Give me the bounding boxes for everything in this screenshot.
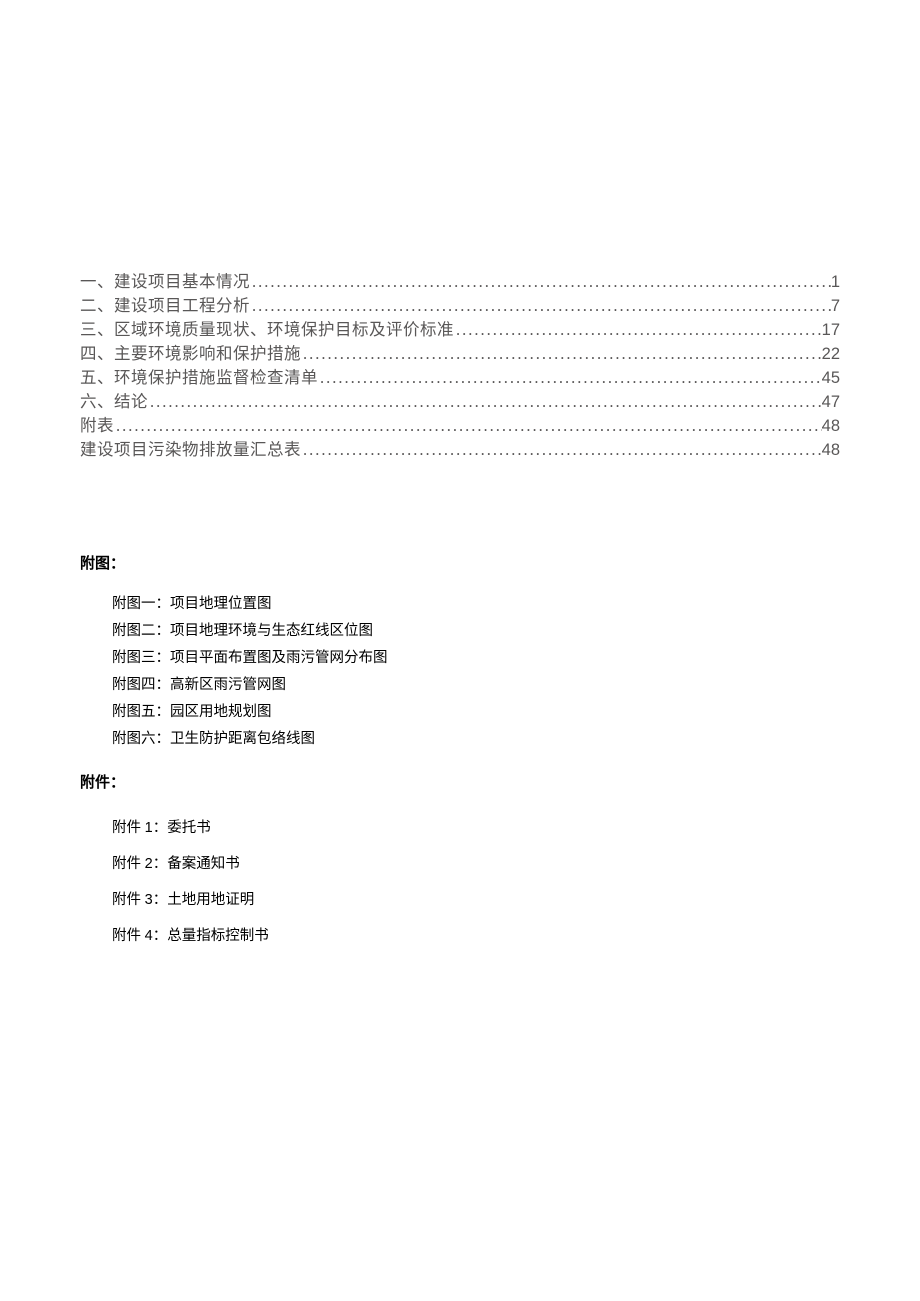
attachment-prefix: 附件 — [112, 928, 145, 944]
toc-leader-dots — [454, 318, 822, 342]
toc-leader-dots — [318, 366, 822, 390]
toc-leader-dots — [301, 342, 822, 366]
toc-label: 附表 — [80, 414, 114, 438]
appendix-figure-item: 附图三：项目平面布置图及雨污管网分布图 — [112, 645, 840, 672]
appendix-figure-item: 附图二：项目地理环境与生态红线区位图 — [112, 618, 840, 645]
attachment-item: 附件 1：委托书 — [112, 810, 840, 846]
attachment-prefix: 附件 — [112, 892, 145, 908]
toc-page-number: 47 — [822, 390, 840, 414]
attachments-heading: 附件： — [80, 771, 840, 792]
toc-label: 建设项目污染物排放量汇总表 — [80, 438, 301, 462]
toc-entry: 六、结论 47 — [80, 390, 840, 414]
toc-label: 三、区域环境质量现状、环境保护目标及评价标准 — [80, 318, 454, 342]
toc-page-number: 48 — [822, 414, 840, 438]
toc-leader-dots — [250, 270, 831, 294]
attachment-number: 4 — [145, 928, 153, 944]
attachment-item: 附件 2：备案通知书 — [112, 846, 840, 882]
toc-page-number: 48 — [822, 438, 840, 462]
toc-label: 六、结论 — [80, 390, 148, 414]
appendix-figure-item: 附图四：高新区雨污管网图 — [112, 672, 840, 699]
toc-leader-dots — [148, 390, 822, 414]
toc-page-number: 22 — [822, 342, 840, 366]
toc-leader-dots — [114, 414, 822, 438]
appendix-figure-item: 附图五：园区用地规划图 — [112, 699, 840, 726]
toc-leader-dots — [250, 294, 831, 318]
attachment-prefix: 附件 — [112, 820, 145, 836]
attachments-list: 附件 1：委托书 附件 2：备案通知书 附件 3：土地用地证明 附件 4：总量指… — [80, 810, 840, 954]
attachment-number: 2 — [145, 856, 153, 872]
toc-label: 二、建设项目工程分析 — [80, 294, 250, 318]
toc-page-number: 7 — [831, 294, 840, 318]
attachment-label: ：备案通知书 — [153, 856, 240, 872]
toc-page-number: 45 — [822, 366, 840, 390]
toc-entry: 五、环境保护措施监督检查清单 45 — [80, 366, 840, 390]
toc-label: 四、主要环境影响和保护措施 — [80, 342, 301, 366]
attachment-label: ：总量指标控制书 — [153, 928, 269, 944]
toc-page-number: 1 — [831, 270, 840, 294]
toc-label: 五、环境保护措施监督检查清单 — [80, 366, 318, 390]
appendix-figures-list: 附图一：项目地理位置图 附图二：项目地理环境与生态红线区位图 附图三：项目平面布… — [80, 591, 840, 753]
attachment-item: 附件 4：总量指标控制书 — [112, 918, 840, 954]
toc-entry: 一、建设项目基本情况 1 — [80, 270, 840, 294]
appendix-figure-item: 附图六：卫生防护距离包络线图 — [112, 726, 840, 753]
attachment-prefix: 附件 — [112, 856, 145, 872]
appendix-figure-item: 附图一：项目地理位置图 — [112, 591, 840, 618]
toc-leader-dots — [301, 438, 822, 462]
attachment-number: 1 — [145, 820, 153, 836]
attachments-section: 附件： 附件 1：委托书 附件 2：备案通知书 附件 3：土地用地证明 附件 4… — [80, 771, 840, 954]
toc-label: 一、建设项目基本情况 — [80, 270, 250, 294]
appendix-figures-section: 附图： 附图一：项目地理位置图 附图二：项目地理环境与生态红线区位图 附图三：项… — [80, 552, 840, 753]
attachment-number: 3 — [145, 892, 153, 908]
toc-entry: 二、建设项目工程分析 7 — [80, 294, 840, 318]
attachment-item: 附件 3：土地用地证明 — [112, 882, 840, 918]
toc-page-number: 17 — [822, 318, 840, 342]
table-of-contents: 一、建设项目基本情况 1 二、建设项目工程分析 7 三、区域环境质量现状、环境保… — [80, 270, 840, 462]
toc-entry: 附表 48 — [80, 414, 840, 438]
toc-entry: 四、主要环境影响和保护措施 22 — [80, 342, 840, 366]
attachment-label: ：土地用地证明 — [153, 892, 255, 908]
attachment-label: ：委托书 — [153, 820, 211, 836]
appendix-figures-heading: 附图： — [80, 552, 840, 573]
toc-entry: 三、区域环境质量现状、环境保护目标及评价标准 17 — [80, 318, 840, 342]
toc-entry: 建设项目污染物排放量汇总表 48 — [80, 438, 840, 462]
